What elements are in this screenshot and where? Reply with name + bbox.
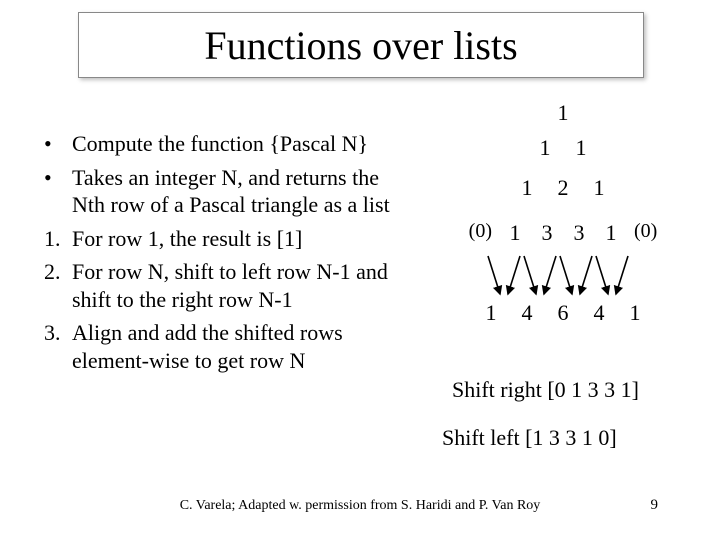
pascal-value: 1 (590, 175, 608, 201)
bullet-text: For row N, shift to left row N-1 and shi… (72, 258, 412, 313)
pascal-value: 1 (572, 135, 590, 161)
shift-right-value: [0 1 3 3 1] (547, 377, 639, 402)
pascal-zero-right: (0) (634, 220, 657, 246)
shift-left-label: Shift left (442, 425, 520, 450)
shift-right-line: Shift right [0 1 3 3 1] (452, 377, 639, 403)
bullet-list: • Compute the function {Pascal N} • Take… (44, 130, 412, 380)
list-item: 3. Align and add the shifted rows elemen… (44, 319, 412, 374)
list-item: 2. For row N, shift to left row N-1 and … (44, 258, 412, 313)
shift-left-value: [1 3 3 1 0] (525, 425, 617, 450)
footer-credit: C. Varela; Adapted w. permission from S.… (0, 498, 720, 514)
pascal-value: 2 (554, 175, 572, 201)
shift-left-line: Shift left [1 3 3 1 0] (442, 425, 617, 451)
slide-title: Functions over lists (78, 12, 644, 78)
pascal-value: 1 (518, 175, 536, 201)
bullet-text: Takes an integer N, and returns the Nth … (72, 164, 412, 219)
page-number: 9 (651, 497, 659, 514)
pascal-value: 3 (570, 220, 588, 246)
list-item: • Takes an integer N, and returns the Nt… (44, 164, 412, 219)
shift-right-label: Shift right (452, 377, 542, 402)
pascal-value: 3 (538, 220, 556, 246)
pascal-zero-left: (0) (469, 220, 492, 246)
list-item: • Compute the function {Pascal N} (44, 130, 412, 158)
bullet-marker: • (44, 164, 72, 219)
bullet-marker: 2. (44, 258, 72, 313)
bullet-text: For row 1, the result is [1] (72, 225, 412, 253)
pascal-value: 1 (602, 220, 620, 246)
pascal-value: 1 (554, 100, 572, 126)
bullet-marker: 3. (44, 319, 72, 374)
pascal-value: 1 (506, 220, 524, 246)
zigzag-arrows-icon (428, 252, 698, 312)
pascal-triangle: 1 1 1 1 2 1 (0) 1 3 3 1 (0) 1 4 6 4 1 (428, 100, 698, 380)
bullet-marker: 1. (44, 225, 72, 253)
bullet-text: Compute the function {Pascal N} (72, 130, 412, 158)
bullet-marker: • (44, 130, 72, 158)
pascal-value: 1 (536, 135, 554, 161)
slide-title-text: Functions over lists (204, 22, 517, 69)
list-item: 1. For row 1, the result is [1] (44, 225, 412, 253)
bullet-text: Align and add the shifted rows element-w… (72, 319, 412, 374)
